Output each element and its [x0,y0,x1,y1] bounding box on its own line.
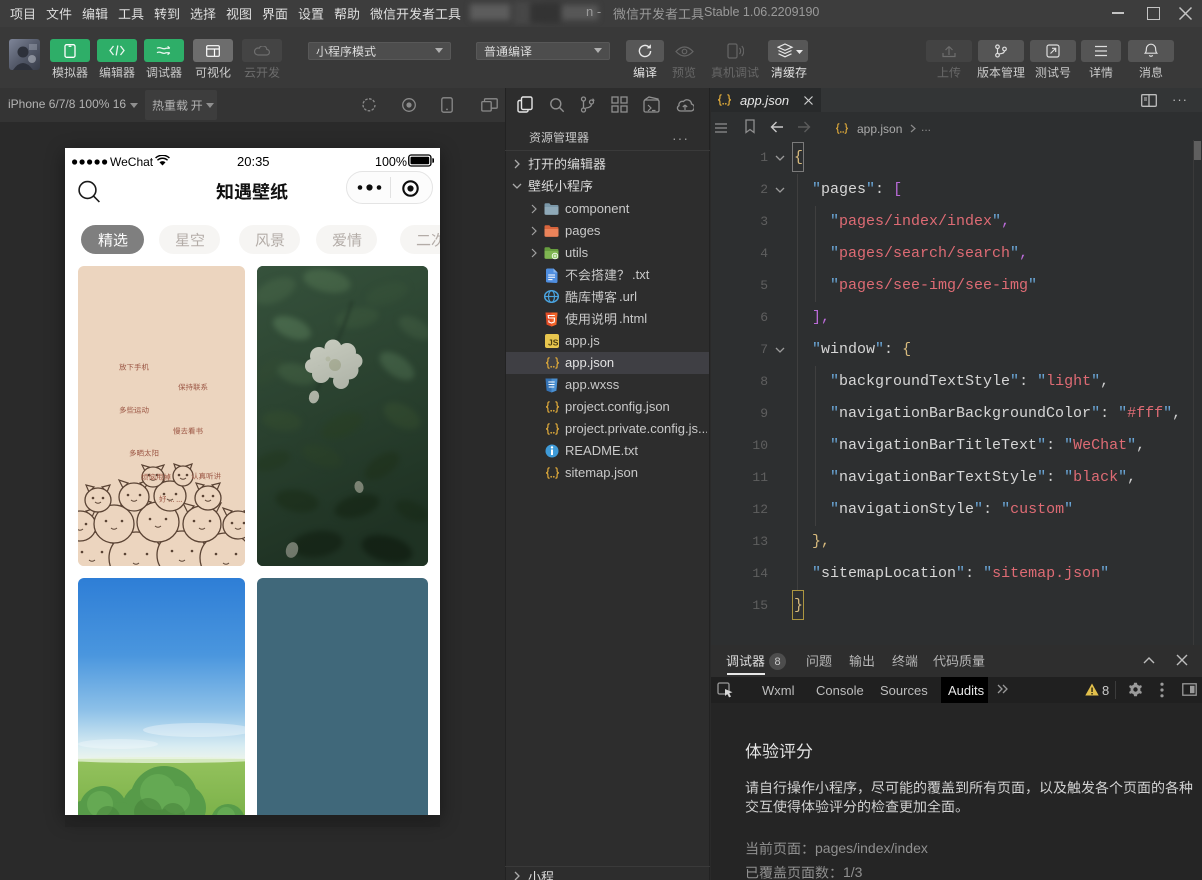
svg-text:JS: JS [548,338,559,348]
